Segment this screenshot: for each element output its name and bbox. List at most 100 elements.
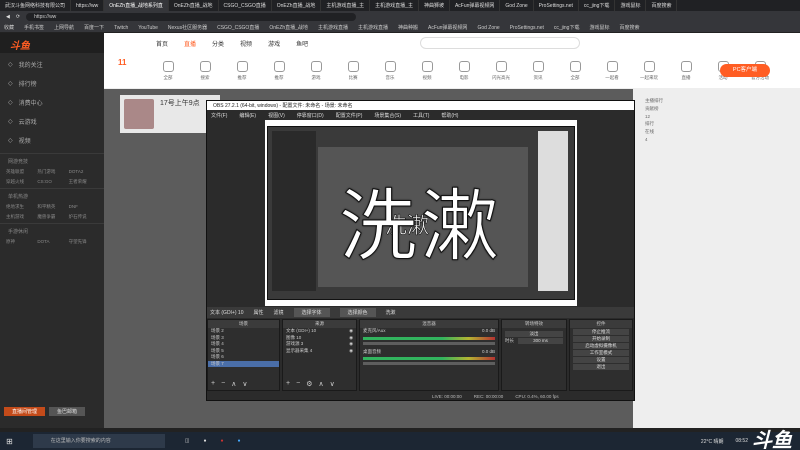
browser-tab[interactable]: God Zone (500, 0, 534, 11)
category-link[interactable]: 王者荣耀 (69, 179, 98, 185)
category-button[interactable]: 比赛 (342, 60, 364, 81)
weather[interactable]: 22°C 晴朗 (701, 438, 724, 445)
category-link[interactable]: 穿越火线 (6, 179, 35, 185)
category-button[interactable]: 游戏 (305, 60, 327, 81)
top-nav-item[interactable]: 游戏 (268, 39, 280, 48)
properties-button[interactable]: 属性 (253, 309, 263, 316)
control-button[interactable]: 停止推流 (573, 329, 629, 335)
top-nav-item[interactable]: 直播 (184, 39, 196, 48)
canvas-text-source[interactable]: 洗漱 (265, 164, 577, 276)
category-link[interactable]: 魔兽争霸 (37, 214, 66, 220)
url-field[interactable]: https://ww (26, 13, 357, 21)
bookmark-link[interactable]: 神曲种搬 (398, 24, 418, 31)
browser-tab[interactable]: 主机游戏直播_主 (321, 0, 371, 11)
bookmark-link[interactable]: God Zone (477, 25, 499, 31)
browser-tab[interactable]: cc_jing下载 (579, 0, 616, 11)
down-icon[interactable]: ∨ (242, 380, 247, 388)
category-button[interactable]: 推荐 (231, 60, 253, 81)
category-button[interactable]: 闪光高光 (490, 60, 512, 81)
category-button[interactable]: 一起来玩 (638, 60, 660, 81)
up-icon[interactable]: ∧ (318, 380, 323, 388)
control-button[interactable]: 开始录制 (573, 336, 629, 342)
obs-menu-item[interactable]: 场景集合(S) (374, 112, 401, 119)
browser-tab[interactable]: AcFun弹幕视频网 (450, 0, 501, 11)
obs-app-icon[interactable]: ● (220, 438, 223, 444)
transition-select[interactable]: 淡出 (505, 331, 563, 337)
obs-menu-item[interactable]: 帮助(H) (441, 112, 458, 119)
sidebar-item[interactable]: ◇ 排行榜 (0, 74, 104, 93)
eye-icon[interactable]: ◉ (349, 348, 353, 355)
select-font-button[interactable]: 选择字体 (293, 308, 330, 317)
text-value[interactable]: 洗漱 (386, 309, 396, 316)
category-button[interactable]: 搜索 (194, 60, 216, 81)
category-link[interactable]: 主机游戏 (6, 214, 35, 220)
preview-canvas[interactable]: 洗漱 洗漱 (265, 120, 577, 306)
room-manage-button[interactable]: 直播间管理 (4, 407, 46, 416)
bookmark-link[interactable]: Nexus社区服务器 (168, 24, 207, 31)
category-link[interactable]: 和平精英 (37, 204, 66, 210)
top-nav-item[interactable]: 视频 (240, 39, 252, 48)
category-link[interactable]: DOTA2 (69, 169, 98, 175)
browser-tab[interactable]: 武汉斗鱼网络科技有限公司 (0, 0, 72, 11)
search-input[interactable] (420, 37, 580, 49)
app-icon[interactable]: ● (203, 438, 206, 444)
control-button[interactable]: 退出 (573, 364, 629, 370)
control-button[interactable]: 工作室模式 (573, 350, 629, 356)
remove-icon[interactable]: − (221, 380, 225, 388)
bookmark-link[interactable]: 百度一下 (84, 24, 104, 31)
category-button[interactable]: 音乐 (379, 60, 401, 81)
top-nav-item[interactable]: 分类 (212, 39, 224, 48)
top-nav-item[interactable]: 鱼吧 (296, 39, 308, 48)
obs-menu-item[interactable]: 编辑(E) (239, 112, 256, 119)
browser-tab[interactable]: https://ww (71, 0, 105, 11)
bookmark-link[interactable]: 百度搜索 (619, 24, 639, 31)
category-button[interactable]: 资讯 (527, 60, 549, 81)
obs-menu-item[interactable]: 视图(V) (268, 112, 285, 119)
obs-menu-item[interactable]: 工具(T) (413, 112, 429, 119)
browser-app-icon[interactable]: ● (238, 438, 241, 444)
bookmark-link[interactable]: CSGO_CSGO直播 (217, 24, 259, 31)
bookmark-link[interactable]: 上网导航 (54, 24, 74, 31)
taskbar-search-input[interactable]: 在这里输入你要搜索的内容 (32, 434, 165, 448)
browser-tab[interactable]: 神曲狮坡 (419, 0, 450, 11)
category-button[interactable]: 全部 (157, 60, 179, 81)
category-link[interactable]: 英雄联盟 (6, 169, 35, 175)
bookmark-link[interactable]: YouTube (138, 25, 158, 31)
sidebar-item[interactable]: ◇ 我的关注 (0, 55, 104, 74)
browser-tab[interactable]: OnEZh直播_战地 (272, 0, 322, 11)
category-button[interactable]: 一起看 (601, 60, 623, 81)
add-icon[interactable]: + (211, 380, 215, 388)
add-icon[interactable]: + (286, 380, 290, 388)
back-icon[interactable]: ◀ (6, 14, 10, 20)
browser-tab[interactable]: ProSettings.net (534, 0, 579, 11)
windows-start-icon[interactable]: ⊞ (6, 437, 13, 446)
category-link[interactable]: DOTA (37, 239, 66, 245)
pc-client-button[interactable]: PC客户端 (720, 64, 770, 77)
browser-tab[interactable]: OnEZh直播_战地系列直 (104, 0, 169, 11)
browser-tab[interactable]: CSGO_CSGO直播 (219, 0, 272, 11)
category-button[interactable]: 视频 (416, 60, 438, 81)
category-button[interactable]: 推荐 (268, 60, 290, 81)
sidebar-item[interactable]: ◇ 云游戏 (0, 112, 104, 131)
bookmark-link[interactable]: 主机游戏直播 (318, 24, 348, 31)
bookmark-link[interactable]: 收藏 (4, 24, 14, 31)
bookmark-link[interactable]: 手机书签 (24, 24, 44, 31)
browser-tab[interactable]: 百度搜索 (646, 0, 678, 11)
douyu-logo[interactable]: 斗鱼 (0, 33, 104, 53)
control-button[interactable]: 启动虚拟摄像机 (573, 343, 629, 349)
category-button[interactable]: 电影 (453, 60, 475, 81)
category-link[interactable]: 守望先锋 (69, 239, 98, 245)
volume-slider[interactable] (363, 341, 495, 345)
category-link[interactable]: 原神 (6, 239, 35, 245)
remove-icon[interactable]: − (296, 380, 300, 388)
browser-tab[interactable]: 游戏鼠标 (615, 0, 647, 11)
taskview-icon[interactable]: ◫ (185, 438, 190, 444)
sidebar-item[interactable]: ◇ 消费中心 (0, 93, 104, 112)
category-button[interactable]: 全部 (564, 60, 586, 81)
source-item[interactable]: 显示器采集 4 ◉ (283, 348, 356, 355)
obs-menu-item[interactable]: 停靠窗口(D) (297, 112, 324, 119)
sidebar-item[interactable]: ◇ 视频 (0, 131, 104, 150)
category-button[interactable]: 直播 (675, 60, 697, 81)
select-color-button[interactable]: 选择颜色 (339, 308, 376, 317)
browser-tab[interactable]: OnEZh直播_战地 (169, 0, 219, 11)
